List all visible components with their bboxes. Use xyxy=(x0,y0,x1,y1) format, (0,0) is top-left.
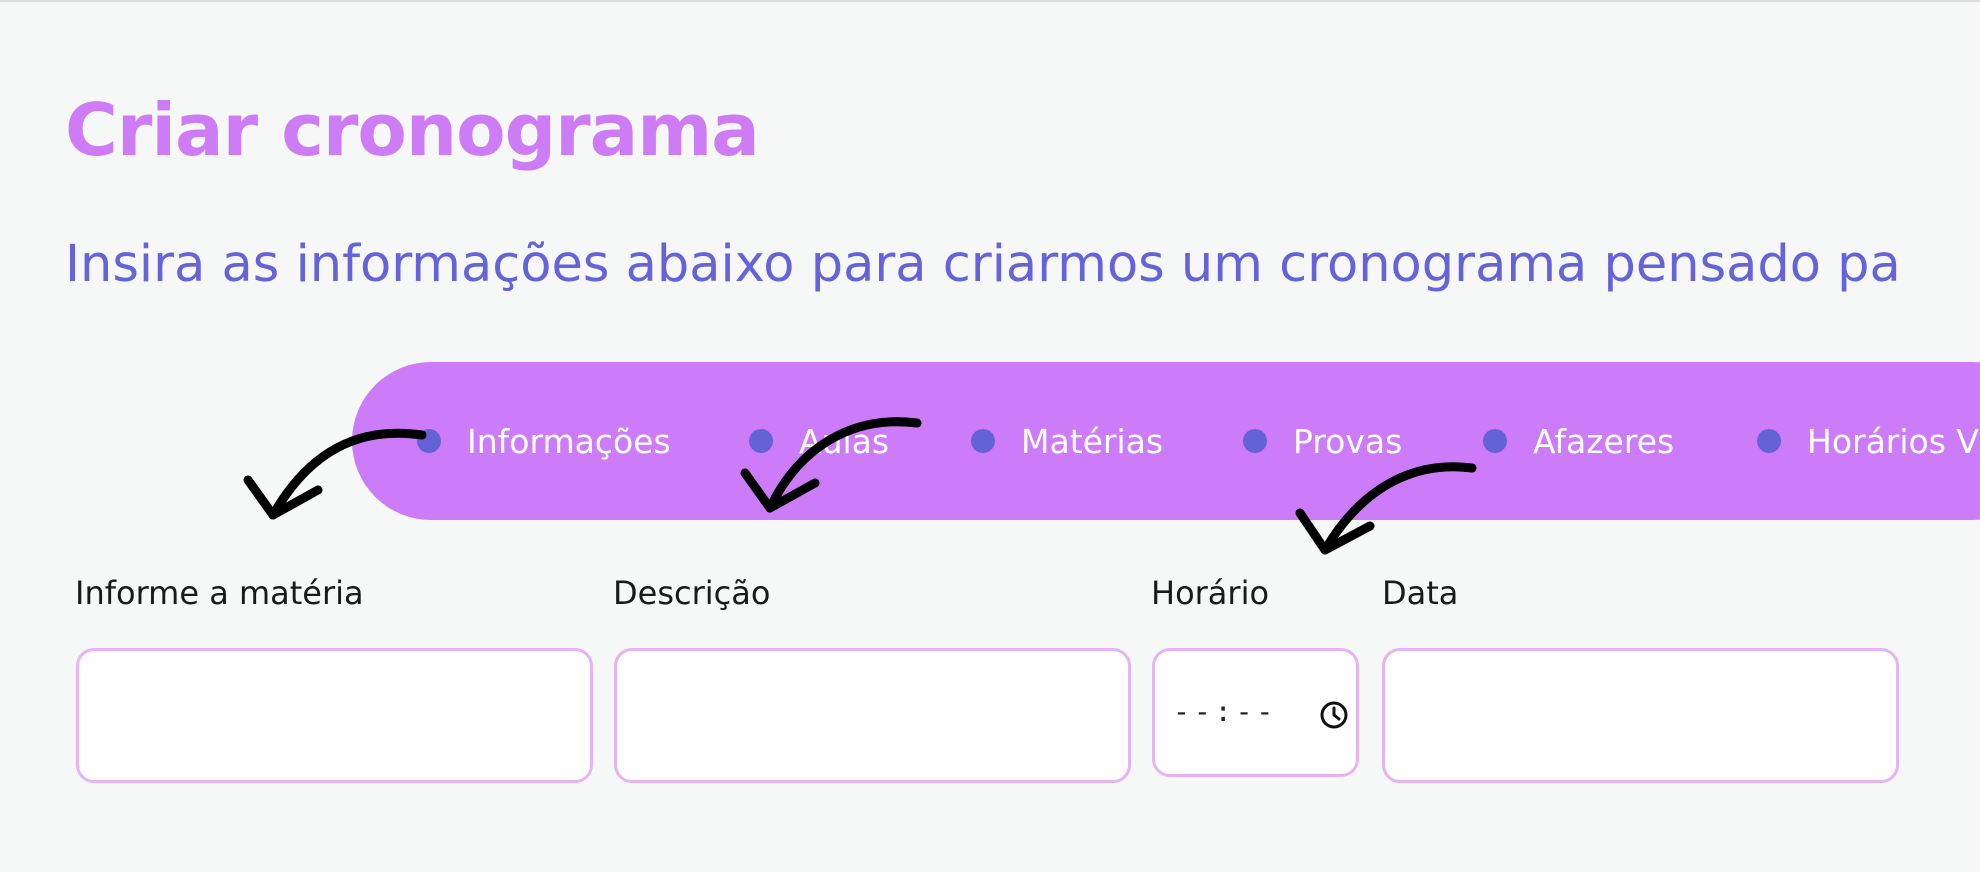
subject-label: Informe a matéria xyxy=(75,574,364,612)
curved-arrow-icon xyxy=(740,417,922,513)
step-horarios[interactable]: Horários V xyxy=(1757,362,1979,520)
time-placeholder: --:-- xyxy=(1173,695,1278,728)
step-dot-icon xyxy=(971,429,995,453)
step-label: Informações xyxy=(467,421,671,461)
description-label: Descrição xyxy=(613,574,771,612)
step-dot-icon xyxy=(1243,429,1267,453)
subject-input[interactable] xyxy=(76,648,593,783)
step-materias[interactable]: Matérias xyxy=(971,362,1163,520)
page-subtitle: Insira as informações abaixo para criarm… xyxy=(65,235,1901,294)
curved-arrow-icon xyxy=(1295,462,1477,555)
step-label: Afazeres xyxy=(1533,421,1675,461)
time-input[interactable]: --:-- xyxy=(1152,648,1359,777)
step-dot-icon xyxy=(1757,429,1781,453)
step-label: Provas xyxy=(1293,421,1403,461)
clock-icon[interactable] xyxy=(1318,699,1350,731)
description-input[interactable] xyxy=(614,648,1131,783)
date-label: Data xyxy=(1382,574,1459,612)
page-title: Criar cronograma xyxy=(65,88,760,172)
date-input[interactable] xyxy=(1382,648,1899,783)
step-label: Matérias xyxy=(1021,421,1164,461)
step-informacoes[interactable]: Informações xyxy=(417,362,671,520)
step-label: Horários V xyxy=(1807,421,1979,461)
time-label: Horário xyxy=(1151,574,1270,612)
top-border xyxy=(0,0,1980,2)
curved-arrow-icon xyxy=(243,428,427,520)
step-afazeres[interactable]: Afazeres xyxy=(1483,362,1674,520)
step-dot-icon xyxy=(1483,429,1507,453)
stepper-bar: Informações Aulas Matérias Provas Afazer… xyxy=(352,362,1980,520)
